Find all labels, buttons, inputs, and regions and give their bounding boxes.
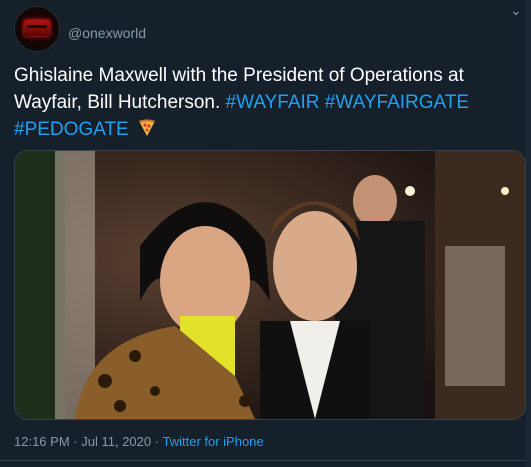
tweet-meta: 12:16 PM · Jul 11, 2020 · Twitter for iP… bbox=[14, 434, 264, 449]
author-handle[interactable]: @onexworld bbox=[68, 25, 146, 41]
hashtag-pedogate[interactable]: #PEDOGATE bbox=[14, 119, 129, 140]
hashtag-wayfair[interactable]: #WAYFAIR bbox=[226, 92, 320, 113]
more-options-icon[interactable]: ⌄ bbox=[510, 2, 522, 19]
meta-separator: · bbox=[154, 434, 160, 449]
tweet-card: @onexworld ⌄ Ghislaine Maxwell with the … bbox=[0, 0, 531, 467]
tweet-source-link[interactable]: Twitter for iPhone bbox=[162, 434, 263, 449]
tweet-text: Ghislaine Maxwell with the President of … bbox=[14, 62, 514, 143]
hashtag-wayfairgate[interactable]: #WAYFAIRGATE bbox=[325, 92, 469, 113]
photo-scene bbox=[15, 151, 525, 419]
divider bbox=[0, 460, 531, 461]
scrollbar[interactable] bbox=[526, 0, 531, 467]
pizza-icon bbox=[138, 118, 156, 136]
tweet-photo[interactable] bbox=[14, 150, 526, 420]
tweet-time[interactable]: 12:16 PM bbox=[14, 434, 70, 449]
avatar[interactable] bbox=[14, 6, 60, 52]
tweet-date[interactable]: Jul 11, 2020 bbox=[81, 434, 151, 449]
avatar-logo bbox=[24, 20, 50, 36]
meta-separator: · bbox=[73, 434, 78, 449]
